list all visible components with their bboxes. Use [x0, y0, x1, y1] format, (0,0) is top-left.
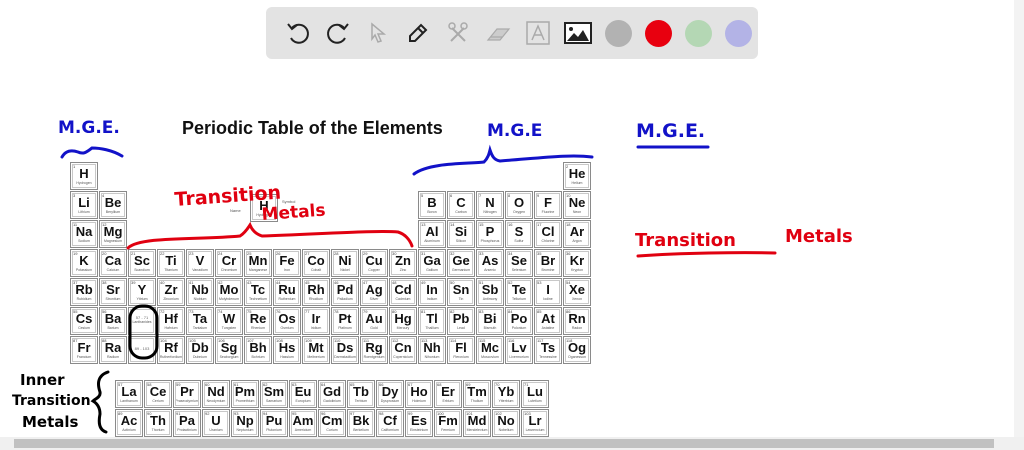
underline-transition-right: [636, 251, 777, 258]
annotation-transition-right: Transition: [635, 230, 736, 251]
brace-transition-metals: [126, 221, 414, 250]
annotation-mge-title: M.G.E: [487, 121, 542, 141]
vertical-scrollbar[interactable]: [1014, 0, 1024, 438]
brace-inner-transition: [90, 370, 110, 434]
scrollbar-thumb[interactable]: [14, 439, 994, 448]
annotation-metals-right: Metals: [785, 226, 853, 247]
brace-mge-right-group: [412, 144, 594, 176]
annotation-transition-inner: Transition: [12, 393, 91, 409]
annotation-metals-top: Metals: [261, 201, 326, 225]
horizontal-scrollbar[interactable]: [0, 437, 1024, 450]
annotation-mge-right: M.G.E.: [636, 120, 705, 142]
circle-lanthanides-actinides: [128, 304, 159, 360]
annotation-inner: Inner: [20, 371, 65, 389]
annotation-metals-inner: Metals: [22, 413, 79, 431]
annotation-mge-left: M.G.E.: [58, 118, 120, 138]
drawing-canvas[interactable]: M.G.E. M.G.E M.G.E. Transition Metals Tr…: [0, 0, 1024, 450]
brace-mge-left: [60, 146, 124, 159]
